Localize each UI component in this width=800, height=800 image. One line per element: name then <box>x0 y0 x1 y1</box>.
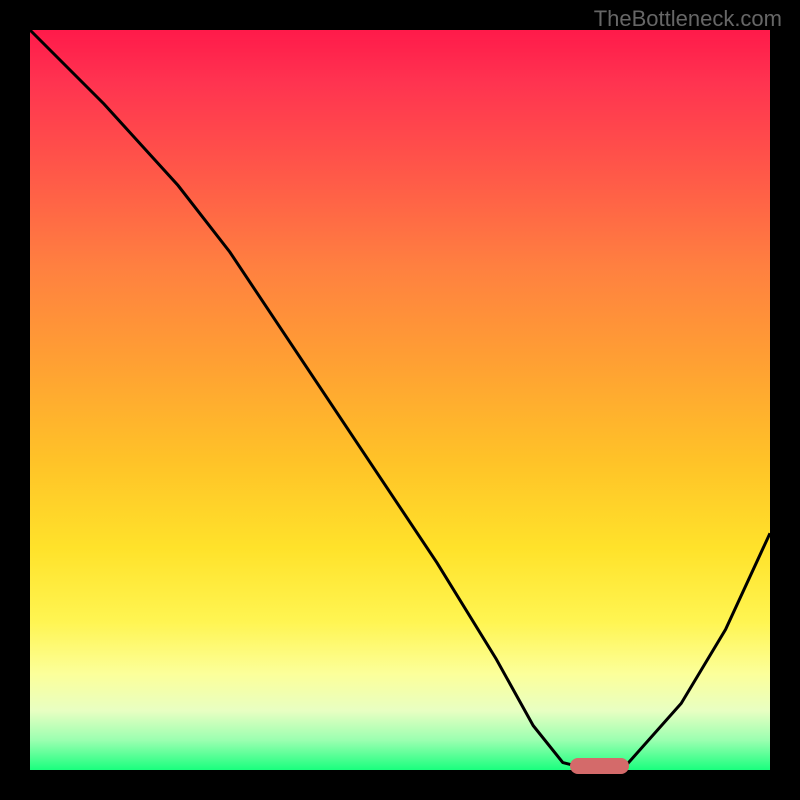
watermark-text: TheBottleneck.com <box>594 6 782 32</box>
bottleneck-curve <box>30 30 770 770</box>
optimal-range-marker <box>570 758 629 774</box>
chart-plot-area <box>30 30 770 770</box>
